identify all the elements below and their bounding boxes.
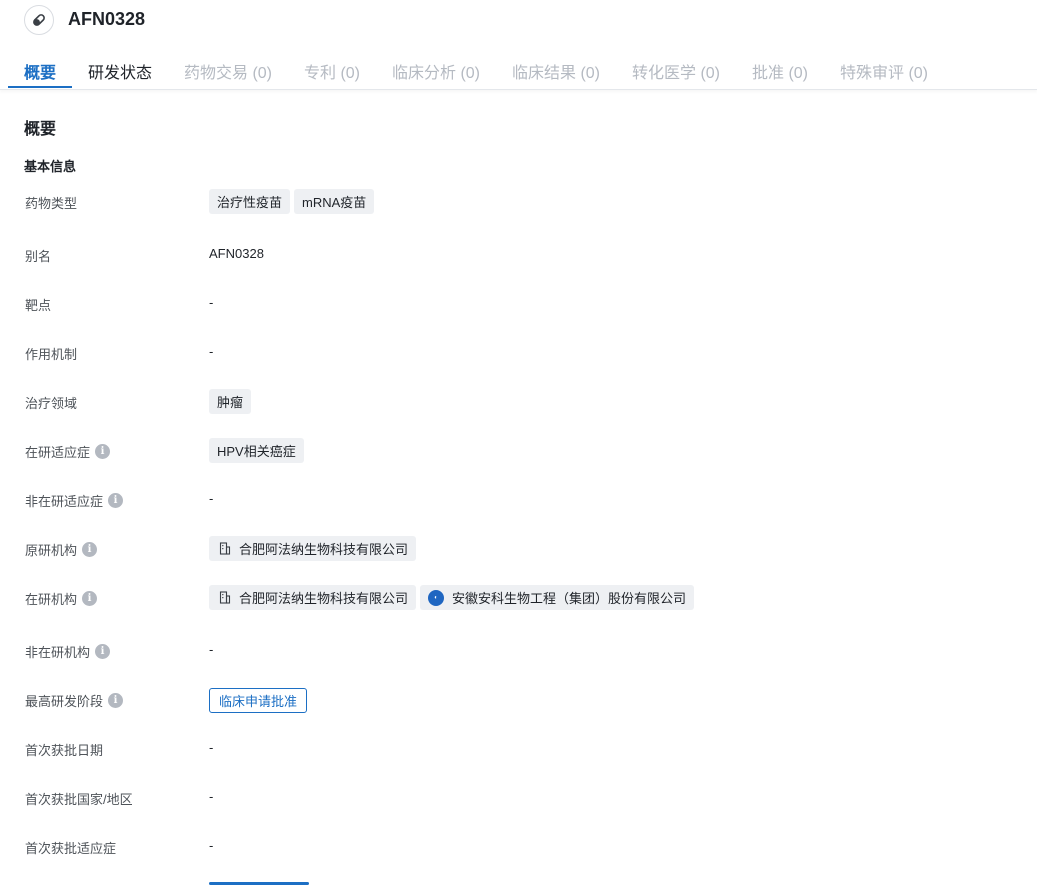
tab-translational[interactable]: 转化医学 (0): [632, 59, 720, 83]
sub-title: 基本信息: [24, 159, 77, 174]
value-inactive-indication: -: [209, 491, 214, 506]
label-target: 靶点: [25, 298, 52, 313]
page-header: AFN0328: [0, 0, 1037, 42]
value-highest-phase: 临床申请批准: [209, 688, 308, 713]
tab-clinical-results[interactable]: 临床结果 (0): [512, 59, 600, 83]
value-originator: 合肥阿法纳生物科技有限公司: [209, 536, 417, 561]
value-first-approval-date: -: [209, 740, 214, 755]
value-drug-type: 治疗性疫苗 mRNA疫苗: [209, 189, 375, 214]
value-inactive-org: -: [209, 642, 214, 657]
org-tag[interactable]: 合肥阿法纳生物科技有限公司: [209, 536, 417, 561]
org-name: 安徽安科生物工程（集团）股份有限公司: [452, 591, 687, 606]
label-inactive-org: 非在研机构 i: [25, 642, 111, 661]
label-first-approval-country: 首次获批国家/地区: [25, 792, 133, 807]
label-first-approval-indication: 首次获批适应症: [25, 841, 117, 856]
tab-clinical-analysis[interactable]: 临床分析 (0): [392, 59, 480, 83]
org-name: 合肥阿法纳生物科技有限公司: [239, 591, 409, 606]
label-alias: 别名: [25, 249, 52, 264]
tab-bar: 概要 研发状态 药物交易 (0) 专利 (0) 临床分析 (0) 临床结果 (0…: [0, 48, 1037, 90]
label-highest-phase: 最高研发阶段 i: [25, 691, 124, 710]
label-therapeutic-area: 治疗领域: [25, 396, 78, 411]
company-logo-icon: ◐: [428, 589, 445, 606]
info-icon[interactable]: i: [95, 644, 111, 659]
info-icon[interactable]: i: [82, 542, 98, 557]
info-icon[interactable]: i: [82, 591, 98, 606]
tab-patents[interactable]: 专利 (0): [304, 59, 360, 83]
info-icon[interactable]: i: [108, 493, 124, 508]
tab-rd-status[interactable]: 研发状态: [88, 59, 152, 83]
drug-title: AFN0328: [68, 9, 146, 29]
tag-therapeutic-area[interactable]: 肿瘤: [209, 389, 252, 414]
value-alias: AFN0328: [209, 246, 264, 261]
org-tag[interactable]: ◐ 安徽安科生物工程（集团）股份有限公司: [420, 585, 695, 610]
info-icon[interactable]: i: [95, 444, 111, 459]
tag-drug-type: 治疗性疫苗: [209, 189, 291, 214]
active-tab-indicator: [8, 86, 72, 88]
value-mechanism: -: [209, 344, 214, 359]
building-icon: [219, 591, 231, 604]
value-active-indication: HPV相关癌症: [209, 438, 304, 463]
org-tag[interactable]: 合肥阿法纳生物科技有限公司: [209, 585, 417, 610]
label-inactive-indication: 非在研适应症 i: [25, 491, 124, 510]
tab-approval[interactable]: 批准 (0): [752, 59, 808, 83]
label-drug-type: 药物类型: [25, 196, 78, 211]
value-first-approval-indication: -: [209, 838, 214, 853]
org-name: 合肥阿法纳生物科技有限公司: [239, 542, 409, 557]
tag-indication[interactable]: HPV相关癌症: [209, 438, 304, 463]
value-active-org: 合肥阿法纳生物科技有限公司 ◐ 安徽安科生物工程（集团）股份有限公司: [209, 585, 695, 610]
tab-special-review[interactable]: 特殊审评 (0): [840, 59, 928, 83]
building-icon: [219, 542, 231, 555]
phase-badge: 临床申请批准: [209, 688, 308, 713]
label-mechanism: 作用机制: [25, 347, 78, 362]
tab-overview[interactable]: 概要: [24, 59, 56, 83]
value-therapeutic-area: 肿瘤: [209, 389, 252, 414]
info-icon[interactable]: i: [108, 693, 124, 708]
value-first-approval-country: -: [209, 789, 214, 804]
tag-drug-type: mRNA疫苗: [294, 189, 375, 214]
value-target: -: [209, 295, 214, 310]
label-originator: 原研机构 i: [25, 540, 98, 559]
label-first-approval-date: 首次获批日期: [25, 743, 104, 758]
pill-icon: [24, 5, 54, 35]
label-active-org: 在研机构 i: [25, 589, 98, 608]
tab-deals[interactable]: 药物交易 (0): [184, 59, 272, 83]
label-active-indication: 在研适应症 i: [25, 442, 111, 461]
section-title: 概要: [24, 121, 57, 138]
